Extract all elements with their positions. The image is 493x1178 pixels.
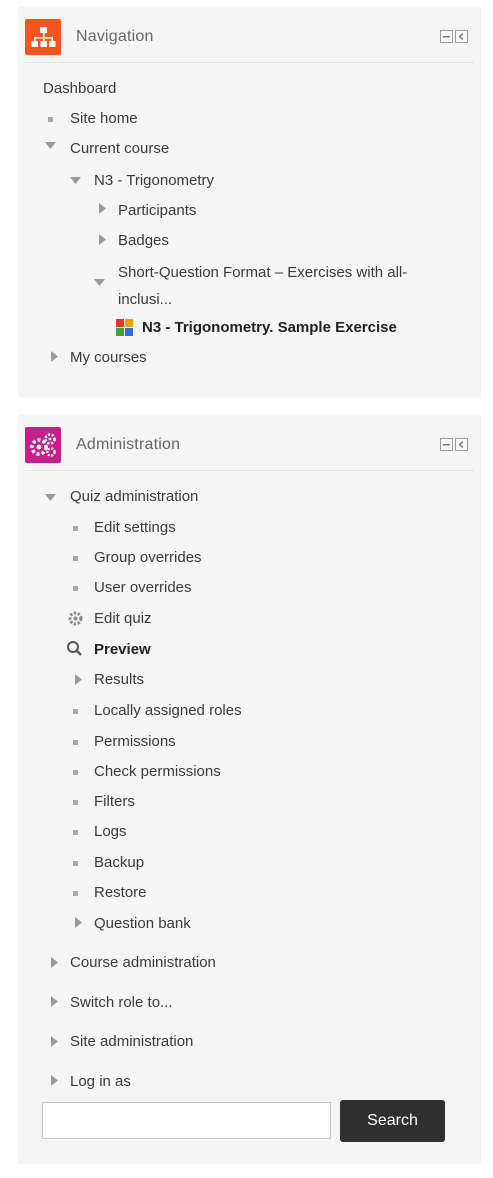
- collapsed-arrow-icon[interactable]: [99, 203, 106, 214]
- expanded-arrow-icon[interactable]: [94, 279, 105, 286]
- quiz-icon: [116, 319, 133, 336]
- minimize-icon[interactable]: [440, 30, 453, 43]
- collapsed-arrow-icon[interactable]: [51, 1036, 58, 1047]
- bullet-icon: [73, 709, 78, 714]
- admin-site-administration[interactable]: Site administration: [70, 1032, 193, 1052]
- collapsed-arrow-icon[interactable]: [51, 1075, 58, 1086]
- bullet-icon: [48, 117, 53, 122]
- expanded-arrow-icon[interactable]: [45, 142, 56, 150]
- nav-site-home-link[interactable]: Site home: [70, 109, 138, 129]
- admin-log-in-as[interactable]: Log in as: [70, 1072, 131, 1092]
- admin-permissions-link[interactable]: Permissions: [94, 732, 176, 752]
- nav-section-link-line2[interactable]: inclusi...: [118, 290, 172, 310]
- block-controls: [440, 438, 471, 452]
- collapsed-arrow-icon[interactable]: [75, 674, 82, 685]
- bullet-icon: [73, 556, 78, 561]
- bullet-icon: [73, 861, 78, 866]
- bullet-icon: [73, 830, 78, 835]
- collapsed-arrow-icon[interactable]: [75, 917, 82, 928]
- dock-icon[interactable]: [455, 30, 468, 43]
- nav-participants-link[interactable]: Participants: [118, 201, 196, 221]
- search-icon: [66, 640, 83, 657]
- collapsed-arrow-icon[interactable]: [51, 957, 58, 968]
- collapsed-arrow-icon[interactable]: [51, 996, 58, 1007]
- admin-quiz-administration[interactable]: Quiz administration: [70, 487, 198, 507]
- admin-question-bank-link[interactable]: Question bank: [94, 914, 191, 934]
- gears-icon: [25, 427, 61, 463]
- collapsed-arrow-icon[interactable]: [51, 351, 58, 362]
- sitemap-icon: [25, 19, 61, 55]
- admin-preview-link[interactable]: Preview: [94, 640, 151, 660]
- admin-check-permissions-link[interactable]: Check permissions: [94, 762, 221, 782]
- bullet-icon: [73, 586, 78, 591]
- admin-filters-link[interactable]: Filters: [94, 792, 135, 812]
- admin-local-roles-link[interactable]: Locally assigned roles: [94, 701, 242, 721]
- block-controls: [440, 30, 471, 44]
- admin-switch-role[interactable]: Switch role to...: [70, 993, 173, 1013]
- nav-course-link[interactable]: N3 - Trigonometry: [94, 171, 214, 191]
- administration-block: Administration Quiz administration Edit …: [18, 414, 481, 1164]
- nav-current-course[interactable]: Current course: [70, 139, 169, 159]
- bullet-icon: [73, 740, 78, 745]
- dock-icon[interactable]: [455, 438, 468, 451]
- administration-title: Administration: [76, 436, 181, 453]
- expanded-arrow-icon[interactable]: [70, 177, 81, 184]
- admin-logs-link[interactable]: Logs: [94, 822, 127, 842]
- block-divider: [25, 62, 474, 63]
- admin-course-administration[interactable]: Course administration: [70, 953, 216, 973]
- admin-results-link[interactable]: Results: [94, 670, 144, 690]
- bullet-icon: [73, 891, 78, 896]
- nav-dashboard-link[interactable]: Dashboard: [43, 79, 116, 99]
- search-button[interactable]: Search: [340, 1100, 445, 1142]
- admin-backup-link[interactable]: Backup: [94, 853, 144, 873]
- admin-user-overrides-link[interactable]: User overrides: [94, 578, 192, 598]
- bullet-icon: [73, 526, 78, 531]
- bullet-icon: [73, 800, 78, 805]
- admin-edit-quiz-link[interactable]: Edit quiz: [94, 609, 152, 629]
- navigation-title: Navigation: [76, 28, 154, 45]
- nav-section-link-line1[interactable]: Short-Question Format – Exercises with a…: [118, 263, 407, 283]
- admin-edit-settings-link[interactable]: Edit settings: [94, 518, 176, 538]
- nav-my-courses-link[interactable]: My courses: [70, 348, 147, 368]
- bullet-icon: [73, 770, 78, 775]
- collapsed-arrow-icon[interactable]: [99, 234, 106, 245]
- nav-quiz-link[interactable]: N3 - Trigonometry. Sample Exercise: [142, 318, 397, 338]
- minimize-icon[interactable]: [440, 438, 453, 451]
- expanded-arrow-icon[interactable]: [45, 494, 56, 501]
- nav-badges-link[interactable]: Badges: [118, 231, 169, 251]
- search-input[interactable]: [42, 1102, 331, 1139]
- block-divider: [25, 470, 474, 471]
- gear-icon: [67, 610, 84, 627]
- admin-group-overrides-link[interactable]: Group overrides: [94, 548, 202, 568]
- admin-restore-link[interactable]: Restore: [94, 883, 147, 903]
- navigation-block: Navigation Dashboard Site home Current c…: [18, 6, 481, 398]
